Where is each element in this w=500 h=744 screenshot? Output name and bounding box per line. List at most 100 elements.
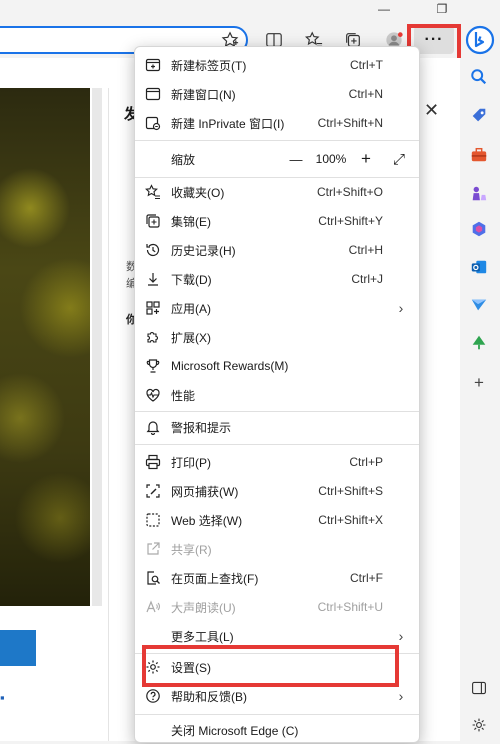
- menu-shortcut: Ctrl+Shift+Y: [318, 214, 383, 228]
- menu-shortcut: Ctrl+J: [351, 272, 383, 286]
- menu-item-web-capture[interactable]: 网页捕获(W) Ctrl+Shift+S: [135, 477, 419, 505]
- menu-shortcut: Ctrl+H: [348, 243, 383, 257]
- menu-item-label: Web 选择(W): [171, 513, 243, 528]
- rewards-trophy-icon: [135, 358, 171, 374]
- menu-item-label: 性能: [171, 388, 196, 403]
- menu-shortcut: Ctrl+Shift+U: [317, 600, 383, 614]
- menu-item-label: 应用(A): [171, 301, 211, 316]
- sidebar-settings-icon[interactable]: [466, 712, 492, 738]
- menu-separator: [135, 411, 419, 412]
- favorites-star-icon: [135, 184, 171, 200]
- chevron-right-icon: ›: [398, 688, 404, 704]
- zoom-out-button[interactable]: —: [283, 152, 309, 167]
- inprivate-icon: [135, 115, 171, 131]
- performance-heart-icon: [135, 387, 171, 403]
- menu-item-label: 历史记录(H): [171, 243, 236, 258]
- menu-item-share[interactable]: 共享(R): [135, 535, 419, 563]
- zoom-label: 缩放: [171, 152, 196, 167]
- page-scrollbar[interactable]: [92, 88, 102, 606]
- menu-item-label: 共享(R): [171, 542, 212, 557]
- menu-item-find[interactable]: 在页面上查找(F) Ctrl+F: [135, 564, 419, 592]
- settings-and-more-menu: 新建标签页(T) Ctrl+T 新建窗口(N) Ctrl+N 新建 InPriv…: [134, 46, 420, 743]
- menu-item-label: 收藏夹(O): [171, 185, 225, 200]
- menu-item-history[interactable]: 历史记录(H) Ctrl+H: [135, 236, 419, 264]
- highlight-settings-item: [142, 645, 399, 687]
- menu-item-favorites[interactable]: 收藏夹(O) Ctrl+Shift+O: [135, 178, 419, 206]
- chevron-right-icon: ›: [398, 628, 404, 644]
- apps-grid-icon: [135, 300, 171, 316]
- menu-item-read-aloud[interactable]: 大声朗读(U) Ctrl+Shift+U: [135, 593, 419, 621]
- menu-item-label: 新建标签页(T): [171, 58, 247, 73]
- menu-item-label: 更多工具(L): [171, 629, 234, 644]
- read-aloud-icon: [135, 599, 171, 615]
- menu-item-label: 新建 InPrivate 窗口(I): [171, 116, 285, 131]
- menu-item-label: 集锦(E): [171, 214, 211, 229]
- web-capture-icon: [135, 483, 171, 499]
- page-background-photo: [0, 88, 90, 606]
- menu-item-label: 在页面上查找(F): [171, 571, 259, 586]
- shopping-tag-icon[interactable]: [466, 103, 492, 129]
- minimize-button[interactable]: —: [366, 0, 402, 18]
- menu-shortcut: Ctrl+P: [349, 455, 383, 469]
- restore-button[interactable]: ❐: [424, 0, 460, 18]
- menu-item-label: Microsoft Rewards(M): [171, 359, 289, 373]
- menu-item-new-tab[interactable]: 新建标签页(T) Ctrl+T: [135, 51, 419, 79]
- hide-sidebar-icon[interactable]: [466, 675, 492, 701]
- menu-item-performance[interactable]: 性能: [135, 381, 419, 409]
- menu-shortcut: Ctrl+Shift+X: [318, 513, 383, 527]
- page-link[interactable]: ▪: [0, 690, 5, 705]
- menu-item-label: 关闭 Microsoft Edge (C): [171, 723, 299, 738]
- games-chess-icon[interactable]: [466, 181, 492, 207]
- bing-copilot-icon[interactable]: [462, 22, 498, 58]
- menu-shortcut: Ctrl+Shift+O: [316, 185, 383, 199]
- collections-icon: [135, 213, 171, 229]
- menu-item-collections[interactable]: 集锦(E) Ctrl+Shift+Y: [135, 207, 419, 235]
- menu-item-new-inprivate[interactable]: 新建 InPrivate 窗口(I) Ctrl+Shift+N: [135, 109, 419, 137]
- menu-item-extensions[interactable]: 扩展(X): [135, 323, 419, 351]
- menu-item-new-window[interactable]: 新建窗口(N) Ctrl+N: [135, 80, 419, 108]
- bell-icon: [135, 419, 171, 435]
- menu-item-apps[interactable]: 应用(A) ›: [135, 294, 419, 322]
- send-paperplane-icon[interactable]: [466, 292, 492, 318]
- menu-item-print[interactable]: 打印(P) Ctrl+P: [135, 448, 419, 476]
- new-window-icon: [135, 86, 171, 102]
- menu-item-label: 新建窗口(N): [171, 87, 236, 102]
- menu-item-alerts[interactable]: 警报和提示: [135, 413, 419, 441]
- add-sidebar-app-icon[interactable]: +: [466, 370, 492, 396]
- menu-shortcut: Ctrl+F: [350, 571, 383, 585]
- menu-shortcut: Ctrl+N: [348, 87, 383, 101]
- window-titlebar: — ❐: [0, 0, 500, 22]
- search-icon[interactable]: [466, 64, 492, 90]
- extensions-puzzle-icon: [135, 329, 171, 345]
- menu-item-rewards[interactable]: Microsoft Rewards(M): [135, 352, 419, 380]
- tools-briefcase-icon[interactable]: [466, 142, 492, 168]
- web-select-icon: [135, 512, 171, 528]
- menu-separator: [135, 444, 419, 445]
- find-on-page-icon: [135, 570, 171, 586]
- panel-close-icon[interactable]: ✕: [424, 100, 439, 121]
- microsoft-365-icon[interactable]: [466, 216, 492, 242]
- menu-item-label: 网页捕获(W): [171, 484, 239, 499]
- menu-item-label: 大声朗读(U): [171, 600, 236, 615]
- menu-separator: [135, 140, 419, 141]
- menu-shortcut: Ctrl+T: [350, 58, 383, 72]
- fullscreen-icon[interactable]: ⤢: [379, 151, 419, 168]
- history-clock-icon: [135, 242, 171, 258]
- chevron-right-icon: ›: [398, 300, 404, 316]
- page-blue-button[interactable]: [0, 630, 36, 666]
- menu-item-label: 打印(P): [171, 455, 211, 470]
- menu-item-web-select[interactable]: Web 选择(W) Ctrl+Shift+X: [135, 506, 419, 534]
- download-icon: [135, 271, 171, 287]
- menu-item-downloads[interactable]: 下载(D) Ctrl+J: [135, 265, 419, 293]
- menu-shortcut: Ctrl+Shift+N: [317, 116, 383, 130]
- help-question-icon: [135, 688, 171, 704]
- new-tab-icon: [135, 57, 171, 73]
- printer-icon: [135, 454, 171, 470]
- menu-item-label: 扩展(X): [171, 330, 211, 345]
- drop-tree-icon[interactable]: [466, 330, 492, 356]
- zoom-value: 100%: [315, 152, 347, 166]
- menu-item-close-edge[interactable]: 关闭 Microsoft Edge (C): [135, 716, 419, 744]
- outlook-icon[interactable]: [466, 254, 492, 280]
- zoom-in-button[interactable]: +: [353, 149, 379, 169]
- menu-item-label: 下载(D): [171, 272, 212, 287]
